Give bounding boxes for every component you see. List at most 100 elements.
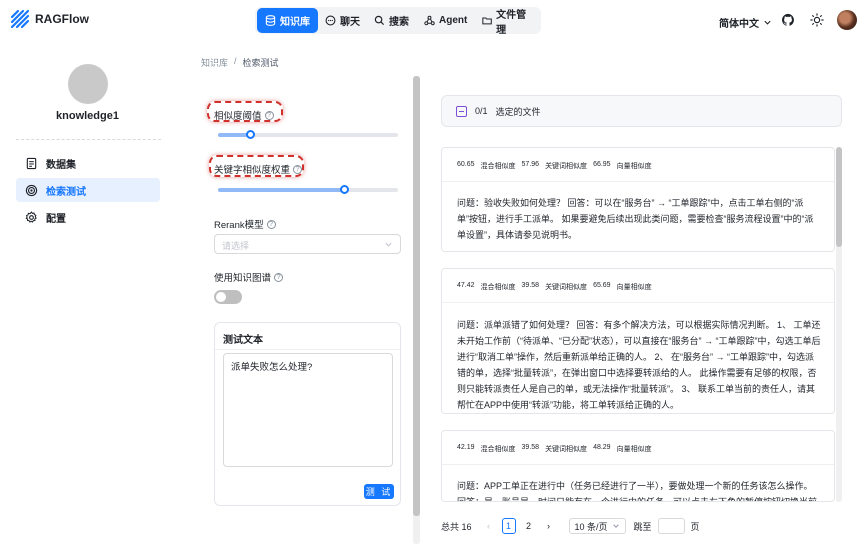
help-icon[interactable]: ? bbox=[274, 272, 284, 282]
rerank-model-select[interactable]: 请选择 bbox=[214, 234, 401, 254]
nav-search[interactable]: 搜索 bbox=[366, 8, 417, 33]
agent-icon bbox=[424, 15, 435, 26]
jump-label: 跳至 bbox=[633, 521, 652, 532]
main-nav: 知识库 聊天 搜索 Agent 文件管理 bbox=[255, 7, 541, 36]
sidebar-item-config[interactable]: 配置 bbox=[16, 205, 160, 229]
breadcrumb-root[interactable]: 知识库 bbox=[201, 56, 228, 69]
result-card[interactable]: 60.65 混合相似度 57.96 关键词相似度 66.95 向量相似度 问题：验收失… bbox=[441, 147, 835, 252]
scrollbar-thumb[interactable] bbox=[413, 76, 420, 516]
chevron-down-icon bbox=[612, 524, 619, 528]
keyword-label: 关键词相似度 bbox=[545, 284, 588, 291]
scrollbar-thumb[interactable] bbox=[836, 147, 842, 247]
nav-label: 聊天 bbox=[340, 17, 360, 28]
github-icon[interactable] bbox=[781, 13, 795, 27]
left-panel-scrollbar[interactable] bbox=[413, 76, 420, 544]
chevron-down-icon bbox=[385, 242, 392, 247]
hybrid-label: 混合相似度 bbox=[480, 284, 516, 291]
keyword-score: 39.58 bbox=[521, 444, 540, 451]
result-scores: 60.65 混合相似度 57.96 关键词相似度 66.95 向量相似度 bbox=[457, 161, 652, 171]
app-name: RAGFlow bbox=[35, 12, 89, 26]
selected-files-bar[interactable]: 0/1 选定的文件 bbox=[441, 95, 842, 127]
jump-page-input[interactable] bbox=[657, 518, 685, 534]
nav-chat[interactable]: 聊天 bbox=[317, 8, 368, 33]
similarity-threshold-slider[interactable] bbox=[218, 130, 398, 139]
selected-files-count: 0/1 bbox=[475, 106, 488, 116]
keyword-label: 关键词相似度 bbox=[545, 446, 588, 453]
gear-icon bbox=[25, 210, 37, 223]
sun-icon[interactable] bbox=[810, 13, 824, 27]
card-divider bbox=[442, 181, 834, 182]
total-count: 总共 16 bbox=[441, 521, 472, 532]
sidebar-item-label: 数据集 bbox=[46, 159, 76, 171]
breadcrumb-current: 检索测试 bbox=[242, 58, 279, 68]
sidebar-divider bbox=[16, 139, 161, 140]
results-scrollbar[interactable] bbox=[836, 147, 842, 502]
nav-label: 搜索 bbox=[389, 17, 409, 28]
folder-icon bbox=[482, 17, 492, 25]
vector-label: 向量相似度 bbox=[616, 446, 652, 453]
ragflow-logo-icon[interactable] bbox=[10, 9, 30, 29]
target-icon bbox=[25, 184, 38, 196]
language-selector[interactable]: 简体中文 bbox=[719, 15, 772, 30]
nav-agent[interactable]: Agent bbox=[416, 8, 475, 33]
sidebar-item-dataset[interactable]: 数据集 bbox=[16, 151, 160, 175]
nav-label: 文件管理 bbox=[496, 9, 527, 36]
result-text: 问题：APP工单正在进行中（任务已经进行了一半），要做处理一个新的任务该怎么操作… bbox=[457, 481, 818, 502]
page-size-value: 10 条/页 bbox=[574, 521, 608, 532]
hybrid-score: 47.42 bbox=[457, 282, 475, 289]
knowledge-graph-toggle[interactable] bbox=[214, 290, 242, 304]
result-text: 问题：验收失败如何处理？ 回答：可以在“服务台” → “工单跟踪”中，点击工单右… bbox=[457, 198, 814, 240]
slider-handle[interactable] bbox=[340, 185, 349, 194]
card-divider bbox=[442, 302, 834, 303]
prev-page-icon[interactable]: ‹ bbox=[482, 518, 496, 534]
help-icon[interactable]: ? bbox=[266, 219, 276, 229]
page-unit: 页 bbox=[690, 521, 700, 532]
nav-label: 知识库 bbox=[280, 17, 310, 28]
database-icon bbox=[265, 15, 276, 26]
vector-score: 65.69 bbox=[593, 282, 611, 289]
sidebar-item-label: 配置 bbox=[46, 213, 66, 225]
document-icon bbox=[26, 157, 37, 169]
test-button[interactable]: 测 试 bbox=[364, 484, 394, 499]
next-page-icon[interactable]: › bbox=[542, 518, 556, 534]
sidebar-item-label: 检索测试 bbox=[46, 186, 86, 198]
hybrid-score: 60.65 bbox=[457, 161, 475, 168]
hybrid-label: 混合相似度 bbox=[480, 163, 516, 170]
slider-fill bbox=[218, 188, 344, 192]
nav-knowledge-base[interactable]: 知识库 bbox=[257, 8, 318, 33]
rerank-model-text: Rerank模型 bbox=[214, 220, 264, 231]
hybrid-score: 42.19 bbox=[457, 444, 475, 451]
rerank-model-label: Rerank模型 ? bbox=[214, 217, 276, 231]
result-card[interactable]: 47.42 混合相似度 39.58 关键词相似度 65.69 向量相似度 问题：派单派… bbox=[441, 268, 835, 414]
result-card[interactable]: 42.19 混合相似度 39.58 关键词相似度 48.29 向量相似度 问题：APP… bbox=[441, 430, 835, 502]
toggle-knob bbox=[216, 292, 226, 302]
page-size-select[interactable]: 10 条/页 bbox=[568, 518, 626, 534]
slider-handle[interactable] bbox=[246, 130, 255, 139]
sidebar-item-retrieval-test[interactable]: 检索测试 bbox=[16, 178, 160, 202]
indeterminate-checkbox-icon[interactable] bbox=[456, 105, 467, 117]
nav-label: Agent bbox=[439, 15, 468, 26]
language-label: 简体中文 bbox=[719, 19, 759, 30]
pagination: 总共 16 ‹ 1 2 › 10 条/页 跳至 页 bbox=[441, 517, 700, 535]
user-avatar[interactable] bbox=[837, 10, 857, 30]
page-2[interactable]: 2 bbox=[522, 518, 536, 534]
card-divider bbox=[215, 349, 400, 350]
keyword-score: 39.58 bbox=[521, 282, 540, 289]
nav-file-management[interactable]: 文件管理 bbox=[474, 8, 541, 36]
page-1[interactable]: 1 bbox=[501, 518, 516, 534]
chevron-down-icon bbox=[764, 20, 771, 25]
knowledge-base-avatar bbox=[68, 64, 108, 104]
keyword-score: 57.96 bbox=[521, 161, 540, 168]
top-header: RAGFlow 知识库 聊天 搜索 Agent 文件管理 简体中文 bbox=[0, 0, 865, 42]
knowledge-graph-text: 使用知识图谱 bbox=[214, 273, 272, 284]
test-text-title: 测试文本 bbox=[223, 335, 263, 346]
search-icon bbox=[374, 15, 385, 26]
test-text-card: 测试文本 派单失败怎么处理? 测 试 bbox=[214, 322, 401, 506]
result-scores: 47.42 混合相似度 39.58 关键词相似度 65.69 向量相似度 bbox=[457, 282, 652, 292]
vector-score: 66.95 bbox=[593, 161, 611, 168]
knowledge-graph-label: 使用知识图谱 ? bbox=[214, 270, 284, 284]
vector-score: 48.29 bbox=[593, 444, 611, 451]
selected-files-label: 选定的文件 bbox=[495, 106, 541, 117]
test-text-input[interactable]: 派单失败怎么处理? bbox=[223, 353, 393, 467]
keyword-weight-slider[interactable] bbox=[218, 185, 398, 194]
